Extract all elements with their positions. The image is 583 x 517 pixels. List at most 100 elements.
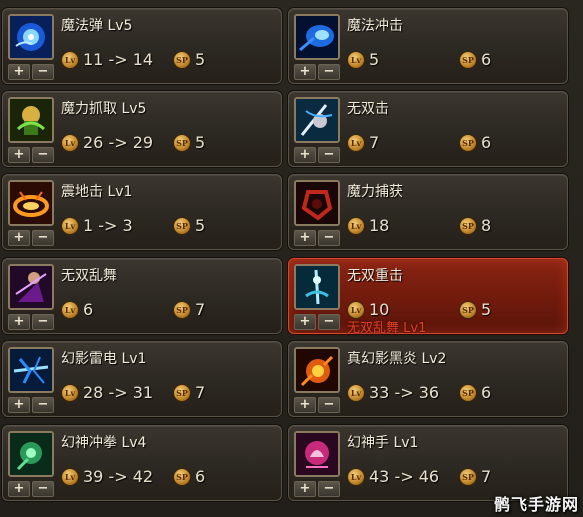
skill-slot-ground-slam[interactable]: 震地击 Lv1 Lv 1 -> 3 SP 5 + − xyxy=(2,174,282,250)
lv-badge: Lv xyxy=(61,134,79,152)
sp-badge: SP xyxy=(173,468,191,486)
skill-sp-cost: 5 xyxy=(195,216,206,235)
skill-level: 28 -> 31 xyxy=(83,383,154,402)
skill-slot-peerless-strike[interactable]: 无双击 Lv 7 SP 6 + − xyxy=(288,91,568,167)
level-down-button[interactable]: − xyxy=(32,64,54,80)
ground-slam-icon[interactable] xyxy=(8,180,54,226)
level-up-button[interactable]: + xyxy=(8,397,30,413)
sp-badge: SP xyxy=(459,301,477,319)
skill-panel: 魔法弹 Lv5 Lv 11 -> 14 SP 5 + − 魔法冲击 Lv 5 SP… xyxy=(0,0,583,517)
level-down-button[interactable]: − xyxy=(318,314,340,330)
skill-name: 魔力抓取 Lv5 xyxy=(61,101,147,117)
mana-capture-icon[interactable] xyxy=(294,180,340,226)
level-down-button[interactable]: − xyxy=(318,481,340,497)
skill-level: 18 xyxy=(369,216,390,235)
skill-slot-phantom-thunder[interactable]: 幻影雷电 Lv1 Lv 28 -> 31 SP 7 + − xyxy=(2,341,282,417)
lv-badge: Lv xyxy=(347,134,365,152)
lv-badge: Lv xyxy=(347,468,365,486)
skill-name: 魔力捕获 xyxy=(347,184,403,200)
sp-badge: SP xyxy=(459,51,477,69)
sp-badge: SP xyxy=(173,217,191,235)
level-down-button[interactable]: − xyxy=(318,64,340,80)
mana-grab-icon[interactable] xyxy=(8,97,54,143)
magic-impact-icon[interactable] xyxy=(294,14,340,60)
skill-level: 39 -> 42 xyxy=(83,467,154,486)
level-up-button[interactable]: + xyxy=(294,147,316,163)
lv-badge: Lv xyxy=(61,384,79,402)
skill-sp-cost: 7 xyxy=(481,467,492,486)
skill-name: 幻影雷电 Lv1 xyxy=(61,351,147,367)
skill-sp-cost: 5 xyxy=(195,133,206,152)
skill-slot-phantom-hand[interactable]: 幻神手 Lv1 Lv 43 -> 46 SP 7 + − xyxy=(288,425,568,501)
level-up-button[interactable]: + xyxy=(294,397,316,413)
phantom-punch-icon[interactable] xyxy=(8,431,54,477)
level-up-button[interactable]: + xyxy=(294,481,316,497)
skill-level: 43 -> 46 xyxy=(369,467,440,486)
sp-badge: SP xyxy=(459,217,477,235)
level-up-button[interactable]: + xyxy=(8,314,30,330)
phantom-thunder-icon[interactable] xyxy=(8,347,54,393)
skill-level: 26 -> 29 xyxy=(83,133,154,152)
skill-name: 幻神冲拳 Lv4 xyxy=(61,435,147,451)
skill-name: 无双击 xyxy=(347,101,389,117)
skill-sp-cost: 8 xyxy=(481,216,492,235)
level-down-button[interactable]: − xyxy=(32,314,54,330)
sp-badge: SP xyxy=(459,384,477,402)
skill-name: 魔法弹 Lv5 xyxy=(61,18,133,34)
lv-badge: Lv xyxy=(61,217,79,235)
skill-sp-cost: 6 xyxy=(481,133,492,152)
skill-slot-mana-grab[interactable]: 魔力抓取 Lv5 Lv 26 -> 29 SP 5 + − xyxy=(2,91,282,167)
skill-slot-magic-impact[interactable]: 魔法冲击 Lv 5 SP 6 + − xyxy=(288,8,568,84)
level-up-button[interactable]: + xyxy=(294,64,316,80)
level-down-button[interactable]: − xyxy=(318,397,340,413)
sp-badge: SP xyxy=(173,134,191,152)
skill-name: 震地击 Lv1 xyxy=(61,184,133,200)
skill-sp-cost: 6 xyxy=(481,50,492,69)
sp-badge: SP xyxy=(173,51,191,69)
skill-name: 无双乱舞 xyxy=(61,268,117,284)
skill-sp-cost: 7 xyxy=(195,300,206,319)
skill-slot-mana-capture[interactable]: 魔力捕获 Lv 18 SP 8 + − xyxy=(288,174,568,250)
peerless-heavy-strike-icon[interactable] xyxy=(294,264,340,310)
skill-sp-cost: 7 xyxy=(195,383,206,402)
skill-slot-peerless-heavy-strike[interactable]: 无双重击 Lv 10 SP 5 无双乱舞 Lv1 + − xyxy=(288,258,568,336)
phantom-hand-icon[interactable] xyxy=(294,431,340,477)
lv-badge: Lv xyxy=(347,384,365,402)
level-down-button[interactable]: − xyxy=(32,147,54,163)
skill-level: 1 -> 3 xyxy=(83,216,133,235)
level-down-button[interactable]: − xyxy=(318,147,340,163)
level-down-button[interactable]: − xyxy=(318,230,340,246)
peerless-strike-icon[interactable] xyxy=(294,97,340,143)
skill-slot-black-flame[interactable]: 真幻影黑炎 Lv2 Lv 33 -> 36 SP 6 + − xyxy=(288,341,568,417)
level-up-button[interactable]: + xyxy=(8,230,30,246)
lv-badge: Lv xyxy=(61,51,79,69)
watermark: 鹘飞手游网 xyxy=(493,495,579,514)
skill-level: 5 xyxy=(369,50,380,69)
magic-bullet-icon[interactable] xyxy=(8,14,54,60)
sp-badge: SP xyxy=(173,384,191,402)
peerless-dance-icon[interactable] xyxy=(8,264,54,310)
black-flame-icon[interactable] xyxy=(294,347,340,393)
skill-slot-phantom-punch[interactable]: 幻神冲拳 Lv4 Lv 39 -> 42 SP 6 + − xyxy=(2,425,282,501)
level-up-button[interactable]: + xyxy=(8,64,30,80)
lv-badge: Lv xyxy=(347,51,365,69)
level-up-button[interactable]: + xyxy=(294,314,316,330)
skill-slot-magic-bullet[interactable]: 魔法弹 Lv5 Lv 11 -> 14 SP 5 + − xyxy=(2,8,282,84)
sp-badge: SP xyxy=(173,301,191,319)
skill-level: 11 -> 14 xyxy=(83,50,154,69)
level-up-button[interactable]: + xyxy=(8,147,30,163)
skill-name: 真幻影黑炎 Lv2 xyxy=(347,351,447,367)
level-up-button[interactable]: + xyxy=(294,230,316,246)
skill-level: 6 xyxy=(83,300,94,319)
lv-badge: Lv xyxy=(61,301,79,319)
sp-badge: SP xyxy=(459,468,477,486)
skill-name: 无双重击 xyxy=(347,268,403,284)
skill-sp-cost: 5 xyxy=(195,50,206,69)
level-up-button[interactable]: + xyxy=(8,481,30,497)
level-down-button[interactable]: − xyxy=(32,230,54,246)
level-down-button[interactable]: − xyxy=(32,397,54,413)
skill-level: 7 xyxy=(369,133,380,152)
level-down-button[interactable]: − xyxy=(32,481,54,497)
skill-slot-peerless-dance[interactable]: 无双乱舞 Lv 6 SP 7 + − xyxy=(2,258,282,334)
lv-badge: Lv xyxy=(61,468,79,486)
